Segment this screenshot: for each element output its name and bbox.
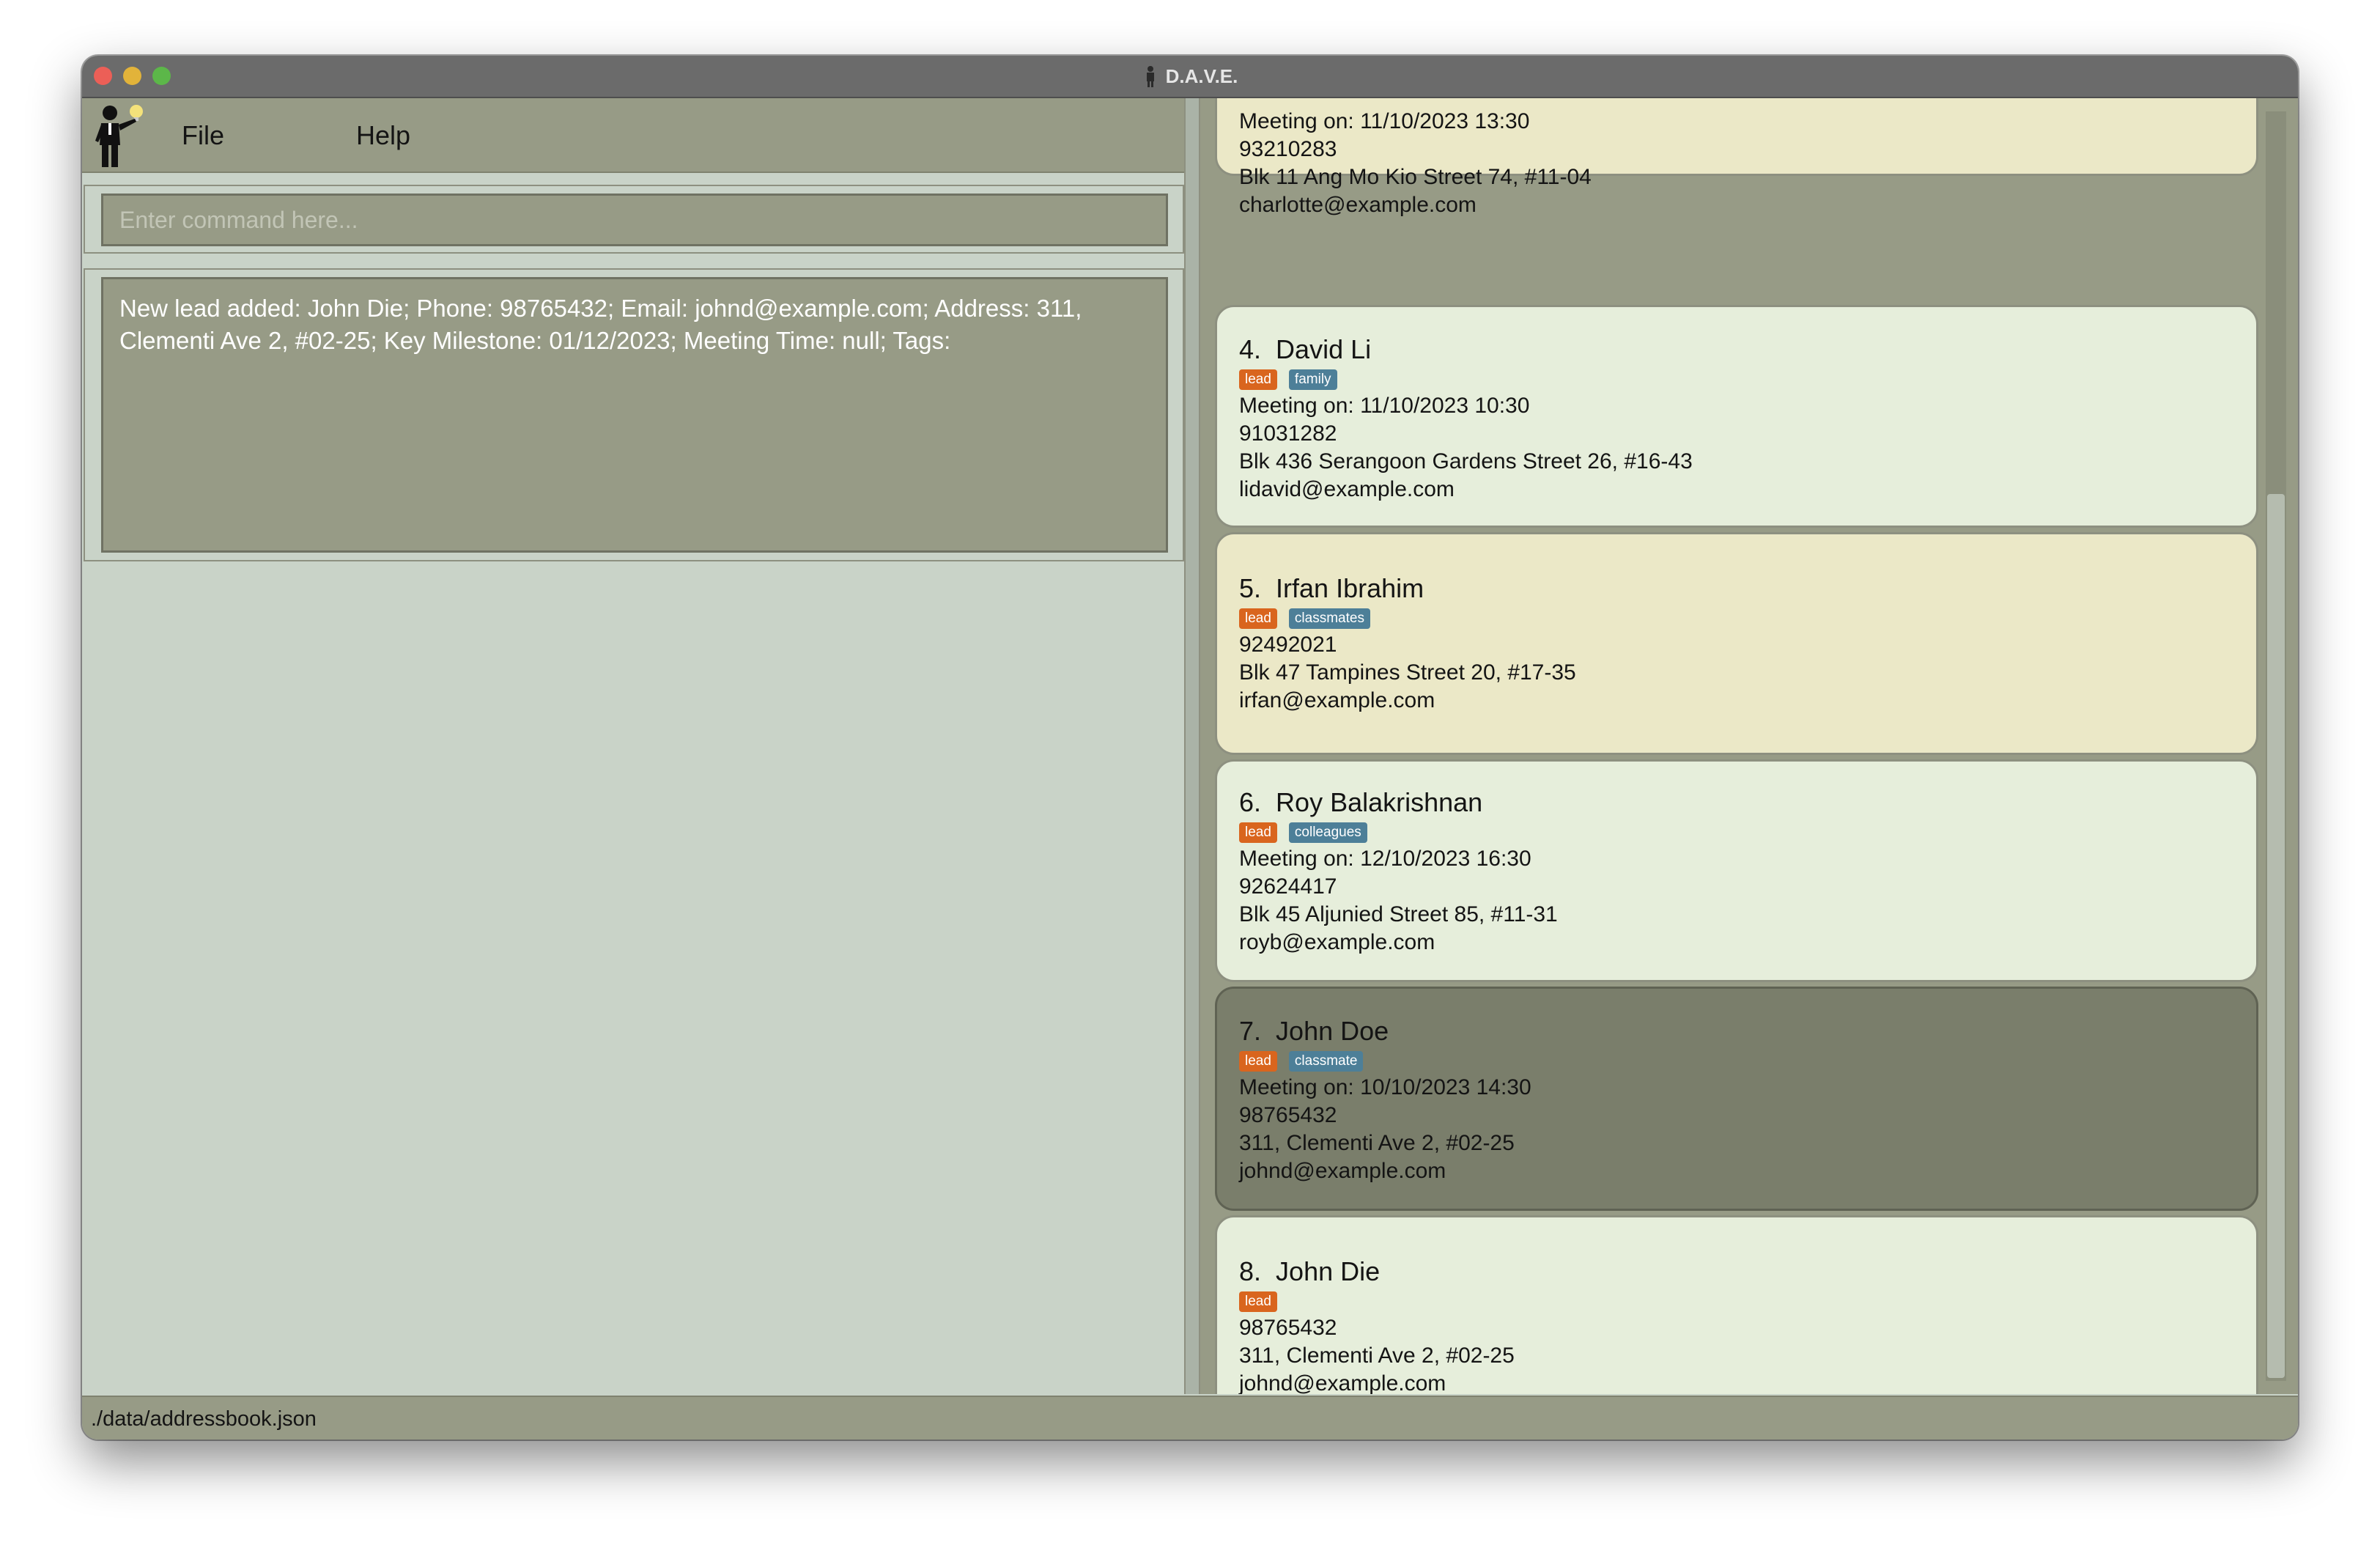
- person-name-text: John Doe: [1276, 1016, 1389, 1046]
- email: johnd@example.com: [1239, 1159, 1446, 1183]
- person-card[interactable]: Meeting on: 11/10/2023 13:30 93210283 Bl…: [1215, 98, 2258, 217]
- storage-file-path: ./data/addressbook.json: [91, 1407, 317, 1431]
- menu-bar: File Help: [82, 98, 1184, 173]
- meeting-time: Meeting on: 10/10/2023 14:30: [1239, 1075, 1531, 1099]
- meeting-time: Meeting on: 12/10/2023 16:30: [1239, 847, 1531, 871]
- app-window: D.A.V.E. File Help New lead added: John …: [82, 56, 2298, 1440]
- butler-logo-icon: [95, 105, 143, 167]
- tag-list: lead classmate: [1239, 1049, 2256, 1074]
- person-list-panel: Meeting on: 11/10/2023 13:30 93210283 Bl…: [1200, 98, 2298, 1394]
- person-name: 6. Roy Balakrishnan: [1239, 785, 2256, 820]
- phone: 92624417: [1239, 874, 1337, 899]
- meeting-time: Meeting on: 11/10/2023 13:30: [1239, 109, 1530, 133]
- status-bar: ./data/addressbook.json: [82, 1396, 2298, 1440]
- tag-list: lead: [1239, 1289, 2256, 1314]
- list-scrollbar-thumb[interactable]: [2267, 494, 2285, 1378]
- phone: 91031282: [1239, 421, 1337, 446]
- person-card[interactable]: 5. Irfan Ibrahim lead classmates 9249202…: [1215, 532, 2258, 755]
- person-index: 5.: [1239, 573, 1262, 603]
- title-bar: D.A.V.E.: [82, 56, 2298, 98]
- address: 311, Clementi Ave 2, #02-25: [1239, 1131, 1515, 1155]
- person-name: 8. John Die: [1239, 1254, 2256, 1289]
- person-name: 4. David Li: [1239, 332, 2256, 367]
- email: irfan@example.com: [1239, 688, 1435, 712]
- address: 311, Clementi Ave 2, #02-25: [1239, 1344, 1515, 1368]
- address: Blk 47 Tampines Street 20, #17-35: [1239, 660, 1576, 685]
- tag-badge: family: [1288, 369, 1337, 390]
- person-index: 7.: [1239, 1016, 1262, 1046]
- tag-badge: classmates: [1288, 608, 1370, 629]
- result-display: New lead added: John Die; Phone: 9876543…: [101, 277, 1168, 553]
- email: johnd@example.com: [1239, 1371, 1446, 1394]
- person-name-text: John Die: [1276, 1256, 1381, 1286]
- email: lidavid@example.com: [1239, 477, 1455, 501]
- phone: 98765432: [1239, 1316, 1337, 1340]
- tag-badge: lead: [1239, 822, 1277, 843]
- tag-badge: lead: [1239, 1051, 1277, 1072]
- app-icon: [1146, 66, 1154, 87]
- person-index: 6.: [1239, 787, 1262, 817]
- person-name-text: David Li: [1276, 334, 1372, 364]
- tag-list: lead classmates: [1239, 606, 2256, 631]
- window-title-area: D.A.V.E.: [82, 56, 2298, 97]
- person-card[interactable]: 8. John Die lead 98765432 311, Clementi …: [1215, 1215, 2258, 1394]
- tag-badge: classmate: [1288, 1051, 1364, 1072]
- help-menu[interactable]: Help: [356, 120, 410, 151]
- list-scrollbar[interactable]: [2266, 111, 2286, 1381]
- person-card[interactable]: 4. David Li lead family Meeting on: 11/1…: [1215, 305, 2258, 528]
- window-title: D.A.V.E.: [1165, 64, 1238, 87]
- tag-badge: lead: [1239, 1291, 1277, 1312]
- address: Blk 11 Ang Mo Kio Street 74, #11-04: [1239, 165, 1592, 189]
- person-name-text: Irfan Ibrahim: [1276, 573, 1424, 603]
- person-name: 7. John Doe: [1239, 1014, 2256, 1049]
- address: Blk 436 Serangoon Gardens Street 26, #16…: [1239, 449, 1693, 473]
- phone: 98765432: [1239, 1103, 1337, 1127]
- tag-list: lead colleagues: [1239, 820, 2256, 845]
- address: Blk 45 Aljunied Street 85, #11-31: [1239, 902, 1558, 926]
- person-index: 4.: [1239, 334, 1262, 364]
- command-box-panel: [84, 185, 1184, 254]
- tag-badge: lead: [1239, 369, 1277, 390]
- email: royb@example.com: [1239, 930, 1435, 954]
- tag-badge: lead: [1239, 608, 1277, 629]
- email: charlotte@example.com: [1239, 193, 1477, 217]
- tag-badge: colleagues: [1288, 822, 1367, 843]
- command-input[interactable]: [101, 194, 1168, 246]
- person-name-text: Roy Balakrishnan: [1276, 787, 1483, 817]
- person-index: 8.: [1239, 1256, 1262, 1286]
- person-card[interactable]: 6. Roy Balakrishnan lead colleagues Meet…: [1215, 759, 2258, 982]
- phone: 92492021: [1239, 633, 1337, 657]
- result-display-panel: New lead added: John Die; Phone: 9876543…: [84, 268, 1184, 561]
- person-card-selected[interactable]: 7. John Doe lead classmate Meeting on: 1…: [1215, 987, 2258, 1211]
- split-pane-divider[interactable]: [1184, 98, 1200, 1394]
- person-name: 5. Irfan Ibrahim: [1239, 571, 2256, 606]
- phone: 93210283: [1239, 137, 1337, 161]
- file-menu[interactable]: File: [182, 120, 224, 151]
- tag-list: lead family: [1239, 367, 2256, 392]
- meeting-time: Meeting on: 11/10/2023 10:30: [1239, 394, 1530, 418]
